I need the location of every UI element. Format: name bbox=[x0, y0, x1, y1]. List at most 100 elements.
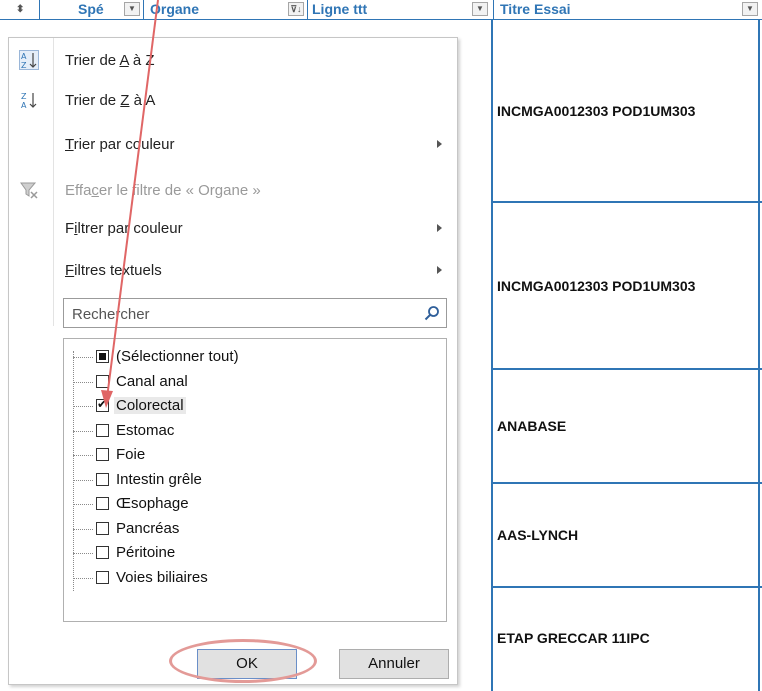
checkbox[interactable] bbox=[96, 546, 109, 559]
cancel-button[interactable]: Annuler bbox=[339, 649, 449, 679]
filter-list-item[interactable]: Voies biliaires bbox=[64, 566, 444, 590]
filter-active-icon[interactable]: ⊽↓ bbox=[288, 2, 304, 16]
cell-text: AAS-LYNCH bbox=[497, 527, 579, 543]
menu-item-label: Trier de A à Z bbox=[65, 52, 155, 69]
ok-button[interactable]: OK bbox=[197, 649, 297, 679]
filter-list-item-label: Œsophage bbox=[116, 495, 189, 512]
filter-list-item-label: (Sélectionner tout) bbox=[116, 348, 239, 365]
menu-item-filter-by-color[interactable]: Filtrer par couleur bbox=[9, 210, 457, 246]
filter-dropdown-icon[interactable]: ▼ bbox=[742, 2, 758, 16]
svg-text:A: A bbox=[21, 101, 27, 110]
tree-connector bbox=[73, 345, 93, 369]
submenu-arrow-icon bbox=[437, 140, 442, 148]
filter-list-item[interactable]: Œsophage bbox=[64, 492, 444, 516]
filter-list-item[interactable]: Foie bbox=[64, 443, 444, 467]
checkbox[interactable] bbox=[96, 570, 109, 584]
filter-list-item[interactable]: (Sélectionner tout) bbox=[64, 345, 444, 369]
access-key: c bbox=[91, 182, 99, 199]
tree-connector bbox=[73, 419, 93, 443]
table-cell-titre-essai[interactable]: INCMGA0012303 POD1UM303 bbox=[497, 203, 759, 368]
menu-item-label: Trier par couleur bbox=[65, 136, 175, 153]
menu-item-label: Effacer le filtre de « Organe » bbox=[65, 182, 261, 199]
table-grid-line bbox=[491, 19, 493, 691]
table-cell-titre-essai[interactable]: ANABASE bbox=[497, 370, 759, 482]
cell-text: ETAP GRECCAR 11IPC bbox=[497, 630, 650, 646]
filter-list-item-label: Pancréas bbox=[116, 519, 180, 537]
label-part: Effa bbox=[65, 182, 92, 199]
menu-item-label: Trier de Z à A bbox=[65, 92, 155, 109]
tree-connector bbox=[73, 370, 93, 394]
menu-item-clear-filter: Effacer le filtre de « Organe » bbox=[9, 172, 457, 208]
label-part: er le filtre de « Organe » bbox=[98, 182, 261, 199]
access-key: F bbox=[65, 262, 75, 279]
svg-text:A: A bbox=[21, 52, 27, 61]
svg-text:Z: Z bbox=[21, 92, 27, 101]
cell-text: INCMGA0012303 POD1UM303 bbox=[497, 103, 696, 119]
filter-dropdown-icon[interactable]: ▼ bbox=[472, 2, 488, 16]
table-cell-titre-essai[interactable]: ETAP GRECCAR 11IPC bbox=[497, 588, 759, 688]
column-header-spe[interactable]: Spé ▼ bbox=[40, 0, 144, 19]
column-header-label: Titre Essai bbox=[500, 1, 571, 17]
access-key: T bbox=[65, 136, 74, 153]
column-header-label: Organe bbox=[150, 1, 200, 17]
tree-connector bbox=[73, 492, 93, 516]
tree-connector bbox=[73, 541, 93, 565]
submenu-arrow-icon bbox=[437, 224, 442, 232]
table-cell-titre-essai[interactable]: AAS-LYNCH bbox=[497, 484, 759, 586]
label-part: Trier de bbox=[65, 92, 121, 109]
cell-text: ANABASE bbox=[497, 418, 567, 434]
filter-list-item-label: Foie bbox=[116, 446, 146, 463]
filter-list-item-label: Voies biliaires bbox=[116, 568, 208, 586]
tree-connector bbox=[73, 443, 93, 467]
checkbox[interactable] bbox=[96, 374, 109, 388]
checkbox[interactable] bbox=[96, 397, 109, 412]
menu-item-sort-by-color[interactable]: Trier par couleur bbox=[9, 126, 457, 162]
filter-list-item-label: Intestin grêle bbox=[116, 470, 202, 488]
corner-sort-icon: ⬍ bbox=[16, 4, 25, 15]
menu-item-text-filters[interactable]: Filtres textuels bbox=[9, 252, 457, 288]
column-header-ligne-ttt[interactable]: Ligne ttt ▼ bbox=[308, 0, 494, 19]
sort-ascending-icon: A Z bbox=[19, 50, 39, 70]
column-header-row: ⬍ Spé ▼ Organe ⊽↓ Ligne ttt ▼ Titre Essa… bbox=[0, 0, 762, 20]
checkbox[interactable] bbox=[96, 521, 109, 535]
column-header-organe[interactable]: Organe ⊽↓ bbox=[144, 0, 308, 19]
filter-dropdown-icon[interactable]: ▼ bbox=[124, 2, 140, 16]
filter-list-item-label: Colorectal bbox=[114, 397, 186, 414]
select-all-corner[interactable]: ⬍ bbox=[0, 0, 40, 19]
search-box[interactable] bbox=[63, 298, 447, 328]
autofilter-menu: A Z Trier de A à Z Z A Trier de Z à A Tr… bbox=[8, 37, 458, 685]
filter-list-item[interactable]: Pancréas bbox=[64, 517, 444, 541]
svg-text:Z: Z bbox=[21, 61, 27, 70]
submenu-arrow-icon bbox=[437, 266, 442, 274]
filter-list-item[interactable]: Colorectal bbox=[64, 394, 444, 418]
label-part: F bbox=[65, 220, 75, 237]
checkbox[interactable] bbox=[96, 448, 109, 461]
label-part: rier par couleur bbox=[73, 136, 175, 153]
sort-descending-icon: Z A bbox=[21, 92, 37, 110]
filter-list-item[interactable]: Estomac bbox=[64, 419, 444, 443]
tree-connector bbox=[73, 394, 93, 418]
column-header-titre-essai[interactable]: Titre Essai ▼ bbox=[494, 0, 762, 19]
column-header-label: Ligne ttt bbox=[312, 1, 368, 17]
label-part: Trier de bbox=[65, 52, 120, 69]
filter-value-list[interactable]: (Sélectionner tout) Canal anal Colorectal E… bbox=[63, 338, 447, 622]
checkbox[interactable] bbox=[96, 423, 109, 437]
label-part: à A bbox=[129, 92, 156, 109]
filter-list-item-label: Estomac bbox=[116, 421, 175, 439]
filter-list-item[interactable]: Canal anal bbox=[64, 370, 444, 394]
search-input[interactable] bbox=[70, 303, 414, 325]
menu-item-sort-z-a[interactable]: Z A Trier de Z à A bbox=[9, 82, 457, 118]
menu-item-sort-a-z[interactable]: A Z Trier de A à Z bbox=[9, 42, 457, 78]
checkbox[interactable] bbox=[96, 472, 109, 486]
column-header-label: Spé bbox=[78, 1, 104, 17]
checkbox[interactable] bbox=[96, 350, 109, 363]
label-part: ltrer par couleur bbox=[77, 220, 183, 237]
checkbox[interactable] bbox=[96, 497, 109, 510]
tree-connector bbox=[73, 566, 93, 590]
table-cell-titre-essai[interactable]: INCMGA0012303 POD1UM303 bbox=[497, 21, 759, 201]
label-part: iltres textuels bbox=[74, 262, 162, 279]
cell-text: INCMGA0012303 POD1UM303 bbox=[497, 277, 696, 294]
filter-list-item[interactable]: Péritoine bbox=[64, 541, 444, 565]
filter-list-item[interactable]: Intestin grêle bbox=[64, 468, 444, 492]
access-key: A bbox=[119, 52, 129, 69]
